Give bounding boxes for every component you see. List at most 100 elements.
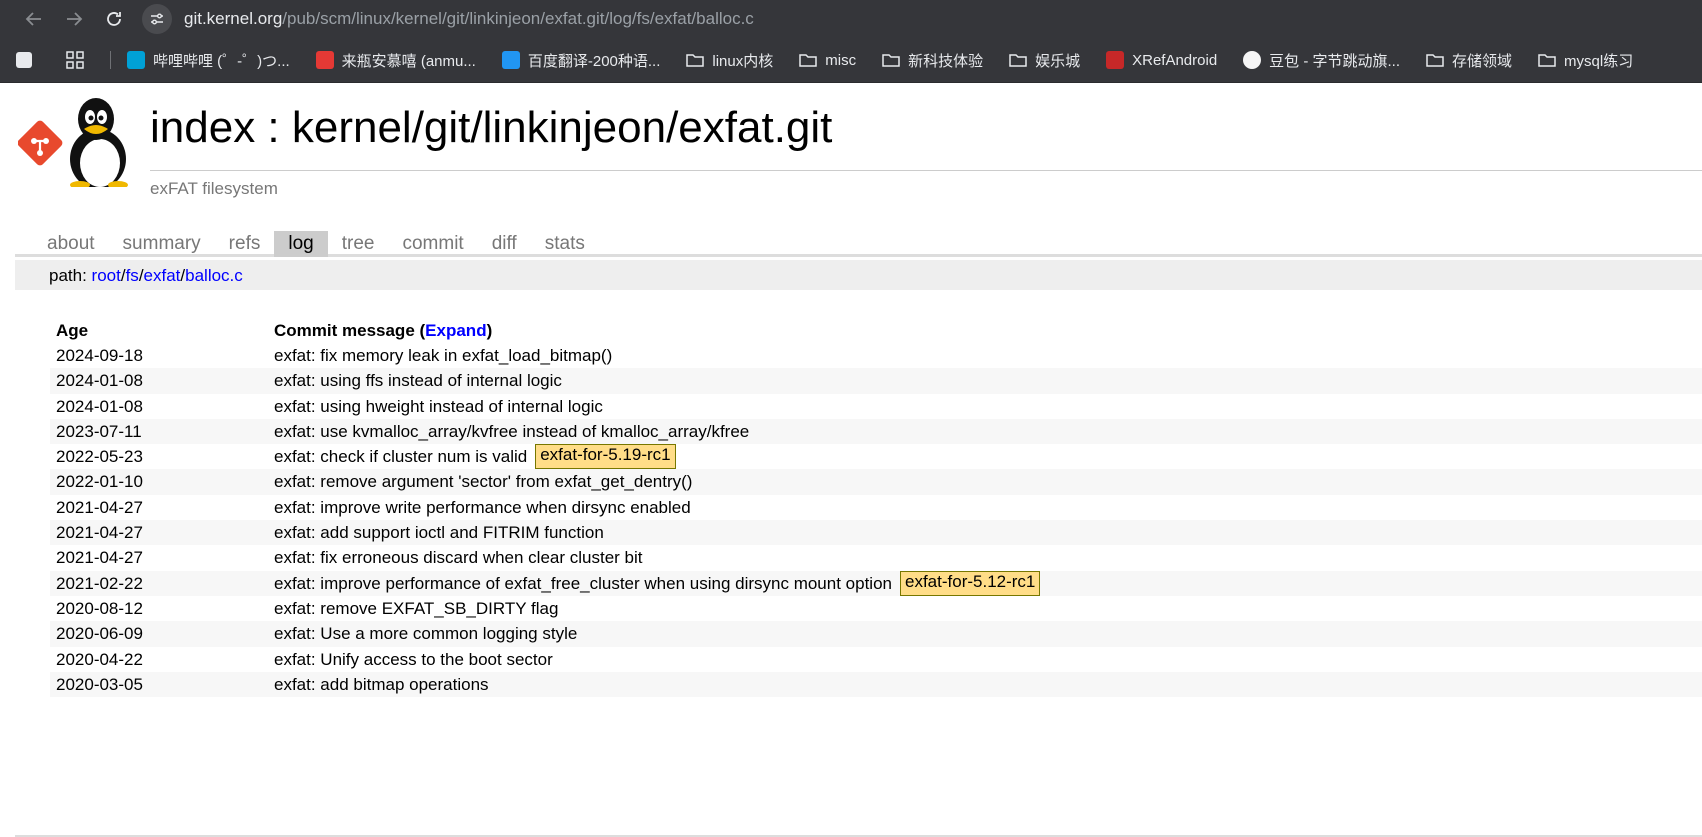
bookmark-item[interactable]: 娱乐城 (1009, 50, 1080, 71)
commit-message-link[interactable]: exfat: use kvmalloc_array/kvfree instead… (274, 419, 749, 444)
bookmark-item[interactable]: 存储领域 (1426, 50, 1512, 71)
commit-age: 2023-07-11 (56, 421, 142, 441)
bookmark-item[interactable]: linux内核 (686, 50, 773, 71)
folder-icon (1426, 51, 1444, 69)
bookmark-label: 存储领域 (1452, 52, 1513, 70)
browser-toolbar: git.kernel.org/pub/scm/linux/kernel/git/… (0, 0, 1702, 38)
table-row: 2021-04-27 exfat: fix erroneous discard w… (50, 545, 1702, 570)
repo-header: index : kernel/git/linkinjeon/exfat.git … (0, 83, 1702, 218)
commit-message-link[interactable]: exfat: fix memory leak in exfat_load_bit… (274, 343, 612, 368)
forward-arrow-icon (67, 12, 83, 26)
commit-message-link[interactable]: exfat: using ffs instead of internal log… (274, 368, 562, 393)
bookmark-item[interactable]: XRefAndroid (1106, 51, 1217, 69)
commit-age: 2020-04-22 (56, 649, 143, 669)
table-row: 2020-08-12 exfat: remove EXFAT_SB_DIRTY f… (50, 596, 1702, 621)
tag-badge[interactable]: exfat-for-5.12-rc1 (900, 570, 1041, 596)
table-row: 2022-05-23 exfat: check if cluster num is… (50, 444, 1702, 470)
folder-icon (882, 51, 900, 69)
tab-commit[interactable]: commit (388, 231, 477, 257)
bookmark-label: mysql练习 (1564, 52, 1634, 70)
url-host: git.kernel.org (184, 9, 283, 28)
bookmark-label: 百度翻译-200种语... (527, 52, 661, 70)
page-title: index : kernel/git/linkinjeon/exfat.git (150, 103, 833, 152)
commit-message-link[interactable]: exfat: remove EXFAT_SB_DIRTY flag (274, 596, 558, 621)
commit-message-link[interactable]: exfat: improve write performance when di… (274, 495, 691, 520)
bookmark-item[interactable]: 哔哩哔哩 (゜-゜)つ... (127, 50, 290, 71)
commit-message-link[interactable]: exfat: check if cluster num is valid (274, 444, 527, 469)
commit-age: 2021-04-27 (56, 523, 143, 543)
bookmark-item[interactable]: 来瓶安慕嘻 (anmu... (315, 50, 476, 71)
commit-age: 2024-01-08 (56, 371, 143, 391)
bookmark-list: 哔哩哔哩 (゜-゜)つ... 来瓶安慕嘻 (anmu... 百度翻译-200种语..… (127, 50, 1659, 71)
cgit-page: index : kernel/git/linkinjeon/exfat.git … (0, 83, 1702, 837)
bookmark-item[interactable]: mysql练习 (1538, 50, 1633, 71)
path-exfat-link[interactable]: exfat (144, 266, 181, 285)
repo-description: exFAT filesystem (150, 179, 278, 198)
folder-icon (686, 51, 705, 69)
commit-age: 2021-04-27 (56, 497, 143, 517)
commit-age: 2020-03-05 (56, 674, 143, 694)
tune-icon (151, 13, 163, 25)
bookmarks-bar: 哔哩哔哩 (゜-゜)つ... 来瓶安慕嘻 (anmu... 百度翻译-200种语..… (0, 38, 1702, 83)
commit-message-link[interactable]: exfat: add bitmap operations (274, 672, 489, 697)
doubao-icon (1243, 51, 1262, 69)
repo-tabs: about summary refs log tree commit diff stats (15, 231, 1702, 257)
commit-message-link[interactable]: exfat: using hweight instead of internal… (274, 394, 603, 419)
bookmark-label: linux内核 (712, 52, 774, 70)
url-path: /pub/scm/linux/kernel/git/linkinjeon/exf… (282, 9, 754, 28)
bookmark-square-button[interactable] (16, 52, 40, 68)
message-column-header: Commit message (Expand) (274, 319, 492, 343)
commit-message-link[interactable]: exfat: add support ioctl and FITRIM func… (274, 520, 604, 545)
reload-button[interactable] (94, 4, 134, 34)
message-header-label: Commit message ( (274, 321, 426, 340)
table-row: 2024-09-18 exfat: fix memory leak in exfa… (50, 343, 1702, 368)
g-logo-icon (315, 51, 334, 69)
commit-message-link[interactable]: exfat: Unify access to the boot sector (274, 647, 553, 672)
commit-age: 2024-09-18 (56, 346, 143, 365)
translate-icon (501, 51, 520, 69)
address-bar[interactable]: git.kernel.org/pub/scm/linux/kernel/git/… (142, 4, 1702, 34)
bookmark-item[interactable]: 豆包 - 字节跳动旗... (1243, 50, 1400, 71)
table-row: 2023-07-11 exfat: use kvmalloc_array/kvfr… (50, 418, 1702, 445)
commit-message-link[interactable]: exfat: improve performance of exfat_free… (274, 571, 892, 596)
bookmarks-divider (110, 51, 111, 69)
table-row: 2024-01-08 exfat: using ffs instead of in… (50, 368, 1702, 394)
commit-message-link[interactable]: exfat: Use a more common logging style (274, 621, 577, 646)
commit-message-link[interactable]: exfat: remove argument 'sector' from exf… (274, 469, 692, 494)
path-root-link[interactable]: root (92, 266, 121, 285)
back-button[interactable] (14, 4, 54, 34)
commit-age: 2020-08-12 (56, 598, 143, 618)
path-label: path: (49, 266, 92, 285)
site-info-button[interactable] (142, 4, 172, 34)
tab-log[interactable]: log (274, 231, 328, 257)
code-icon (1106, 51, 1125, 69)
tab-tree[interactable]: tree (328, 231, 389, 257)
bookmark-label: 来瓶安慕嘻 (anmu... (341, 52, 476, 70)
bookmark-item[interactable]: 新科技体验 (882, 50, 983, 71)
bookmark-item[interactable]: misc (799, 51, 856, 69)
apps-grid-icon (66, 51, 84, 69)
commit-age: 2024-01-08 (56, 396, 143, 416)
bookmark-item[interactable]: 百度翻译-200种语... (501, 50, 661, 71)
tux-logo-icon (17, 98, 128, 189)
back-arrow-icon (25, 12, 41, 26)
tab-stats[interactable]: stats (531, 231, 599, 257)
commit-age: 2021-04-27 (56, 548, 143, 568)
path-bar: path: root/fs/exfat/balloc.c (15, 260, 1702, 290)
bookmark-label: 娱乐城 (1035, 52, 1081, 70)
apps-button[interactable] (66, 51, 84, 69)
tab-summary[interactable]: summary (109, 231, 215, 257)
path-fs-link[interactable]: fs (126, 266, 139, 285)
tab-about[interactable]: about (33, 231, 109, 257)
tag-badge[interactable]: exfat-for-5.19-rc1 (535, 444, 676, 470)
path-file-link[interactable]: balloc.c (185, 266, 243, 285)
table-row: 2020-03-05 exfat: add bitmap operations (50, 671, 1702, 698)
commit-message-link[interactable]: exfat: fix erroneous discard when clear … (274, 545, 643, 570)
forward-button[interactable] (54, 4, 94, 34)
tab-refs[interactable]: refs (215, 231, 275, 257)
tab-diff[interactable]: diff (478, 231, 531, 257)
table-row: 2024-01-08 exfat: using hweight instead o… (50, 394, 1702, 419)
title-divider (150, 170, 1702, 171)
tux-git-logo[interactable] (17, 97, 136, 189)
expand-link[interactable]: Expand (425, 321, 486, 340)
